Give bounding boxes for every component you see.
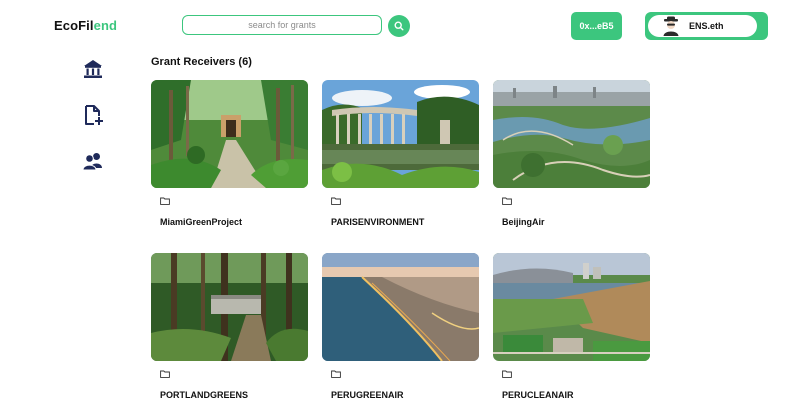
- folder-icon: [502, 197, 512, 205]
- card-image[interactable]: [493, 80, 650, 188]
- search-icon: [394, 21, 404, 31]
- ens-name-label: ENS.eth: [689, 21, 724, 31]
- card-title[interactable]: PARISENVIRONMENT: [331, 217, 424, 227]
- card-image[interactable]: [322, 253, 479, 361]
- card-title[interactable]: PERUGREENAIR: [331, 390, 404, 400]
- card-image[interactable]: [151, 80, 308, 188]
- card-title[interactable]: PORTLANDGREENS: [160, 390, 248, 400]
- logo-text-green: end: [93, 18, 118, 33]
- card-title[interactable]: BeijingAir: [502, 217, 545, 227]
- folder-icon: [331, 370, 341, 378]
- folder-icon: [331, 197, 341, 205]
- file-add-icon[interactable]: [82, 104, 104, 126]
- card-image[interactable]: [493, 253, 650, 361]
- folder-icon: [160, 370, 170, 378]
- card-image[interactable]: [151, 253, 308, 361]
- card-title[interactable]: MiamiGreenProject: [160, 217, 242, 227]
- users-icon[interactable]: [82, 150, 104, 172]
- card-image[interactable]: [322, 80, 479, 188]
- grant-card[interactable]: PARISENVIRONMENT: [322, 80, 479, 227]
- search-input[interactable]: [182, 15, 382, 35]
- grant-card[interactable]: PERUGREENAIR: [322, 253, 479, 400]
- bank-icon[interactable]: [82, 58, 104, 80]
- app-logo[interactable]: EcoFilend: [54, 18, 117, 33]
- folder-icon: [160, 197, 170, 205]
- search-button[interactable]: [388, 15, 410, 37]
- wallet-address-button[interactable]: 0x...eB5: [571, 12, 622, 40]
- folder-icon: [502, 370, 512, 378]
- ens-pill: ENS.eth: [648, 15, 757, 37]
- grant-card[interactable]: PERUCLEANAIR: [493, 253, 650, 400]
- grant-receivers-title: Grant Receivers (6): [151, 56, 252, 68]
- grant-card[interactable]: MiamiGreenProject: [151, 80, 308, 227]
- spy-avatar-icon: [663, 16, 679, 36]
- ens-profile-button[interactable]: ENS.eth: [645, 12, 768, 40]
- card-title[interactable]: PERUCLEANAIR: [502, 390, 574, 400]
- grant-card[interactable]: BeijingAir: [493, 80, 650, 227]
- grant-card[interactable]: PORTLANDGREENS: [151, 253, 308, 400]
- logo-text-dark: EcoFil: [54, 18, 94, 33]
